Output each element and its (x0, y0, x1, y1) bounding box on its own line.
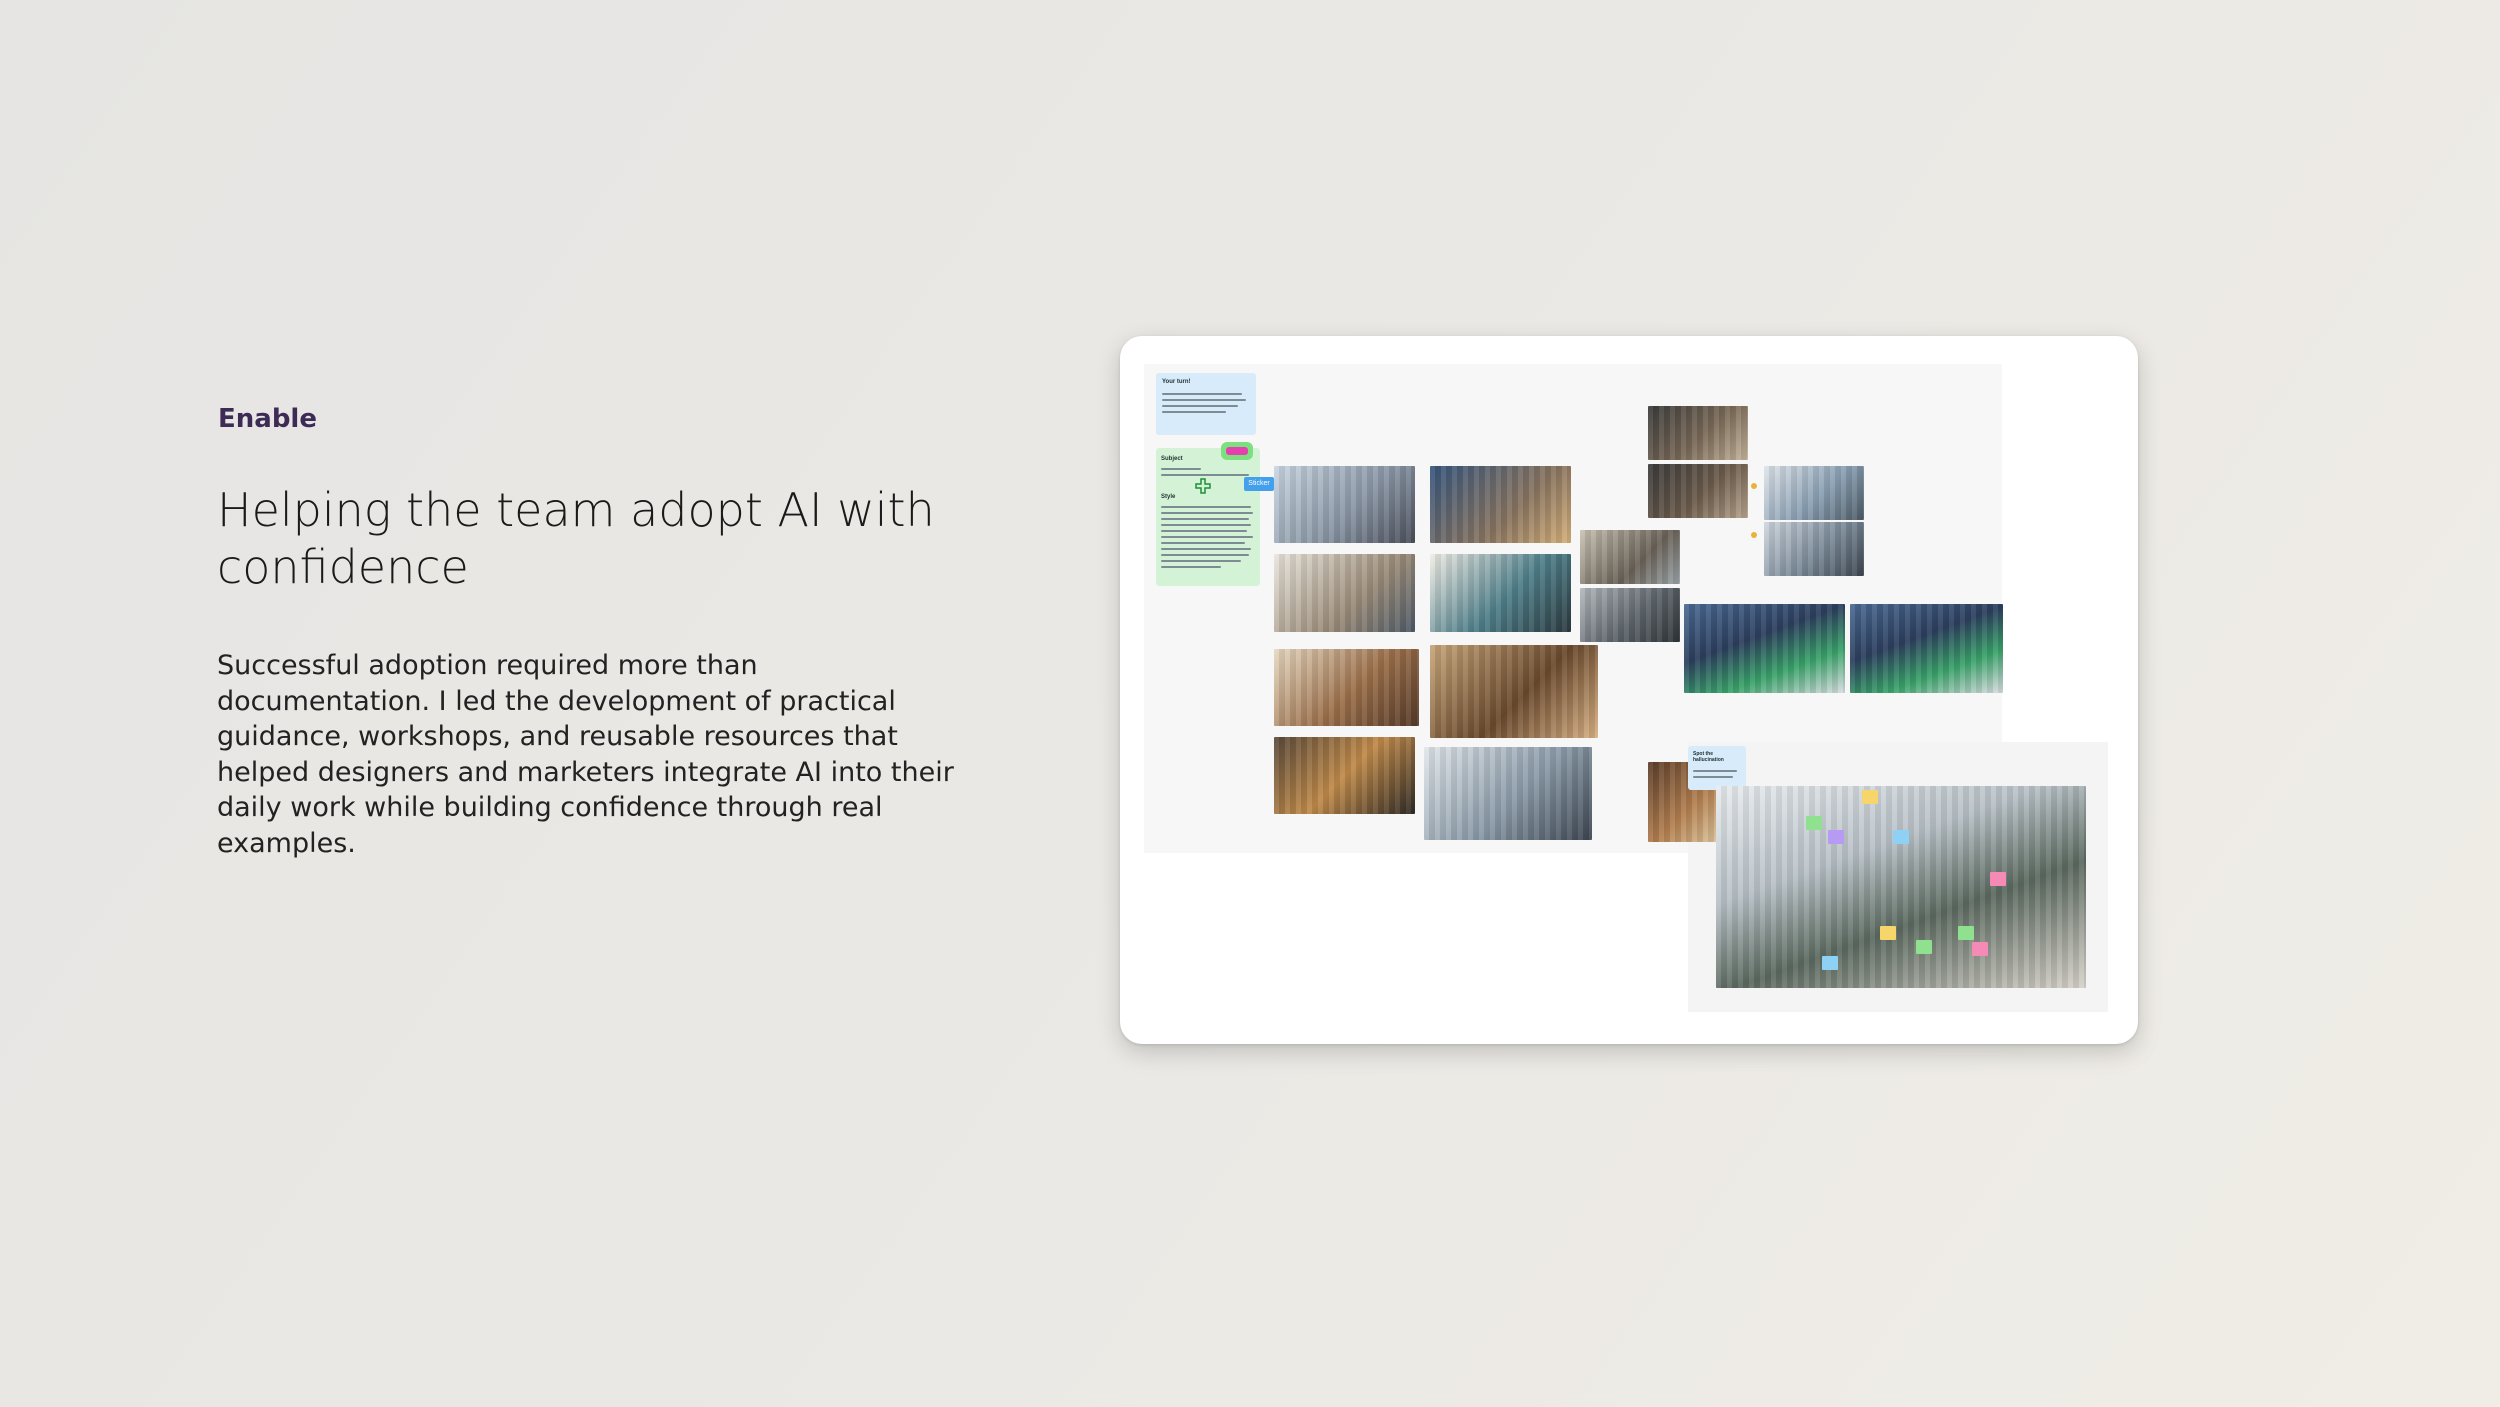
text-line (1161, 536, 1253, 538)
photo-thumbnail (1764, 522, 1864, 576)
text-line (1161, 542, 1245, 544)
text-line (1162, 393, 1242, 395)
text-line (1161, 566, 1221, 568)
photo-thumbnail (1430, 554, 1571, 632)
section-headline: Helping the team adopt AI with confidenc… (217, 483, 935, 594)
sticky-note (1916, 940, 1932, 954)
photo-thumbnail (1764, 466, 1864, 520)
sticker-chip: Sticker (1244, 477, 1274, 491)
sticky-note (1958, 926, 1974, 940)
section-body: Successful adoption required more than d… (217, 650, 954, 859)
cursor-dot (1751, 483, 1757, 489)
sticker-icon (1221, 442, 1253, 460)
text-line (1161, 554, 1249, 556)
sticky-note (1972, 942, 1988, 956)
sticky-note (1862, 790, 1878, 804)
text-line (1162, 405, 1238, 407)
photo-thumbnail (1274, 737, 1415, 814)
photo-thumbnail (1424, 747, 1592, 840)
photo-thumbnail (1648, 406, 1748, 460)
text-line (1161, 506, 1251, 508)
style-title: Style (1161, 494, 1176, 500)
photo-thumbnail (1648, 464, 1748, 518)
text-line (1161, 524, 1251, 526)
photo-thumbnail (1684, 604, 1845, 693)
hero-photo (1716, 786, 2086, 988)
cursor-dot (1751, 532, 1757, 538)
photo-thumbnail (1580, 588, 1680, 642)
text-line (1161, 548, 1251, 550)
sticky-note (1806, 816, 1822, 830)
section-eyebrow: Enable (218, 404, 317, 434)
text-line (1161, 518, 1249, 520)
spot-hallucination-card: Spot the hallucination (1688, 746, 1746, 790)
board-screenshot: Your turn! Subject Style Sticker Spot th… (1120, 336, 2138, 1044)
prompt-card: Subject Style (1156, 448, 1260, 586)
text-line (1693, 770, 1737, 772)
photo-thumbnail (1850, 604, 2003, 693)
sticky-note (1822, 956, 1838, 970)
text-line (1161, 530, 1247, 532)
sticky-note (1990, 872, 2006, 886)
photo-thumbnail (1274, 649, 1419, 726)
sticky-note (1893, 830, 1909, 844)
text-line (1161, 560, 1241, 562)
photo-thumbnail (1430, 645, 1598, 738)
plus-icon (1195, 478, 1211, 494)
photo-thumbnail (1430, 466, 1571, 543)
photo-thumbnail (1274, 554, 1415, 632)
your-turn-card: Your turn! (1156, 373, 1256, 435)
text-line (1693, 776, 1733, 778)
text-line (1161, 474, 1249, 476)
photo-thumbnail (1580, 530, 1680, 584)
sticky-note (1828, 830, 1844, 844)
text-line (1162, 399, 1246, 401)
text-line (1161, 512, 1253, 514)
text-line (1161, 468, 1201, 470)
spot-hallucination-title: Spot the hallucination (1693, 751, 1724, 763)
photo-thumbnail (1274, 466, 1415, 543)
your-turn-title: Your turn! (1162, 379, 1191, 385)
subject-title: Subject (1161, 456, 1183, 462)
text-line (1162, 411, 1226, 413)
sticky-note (1880, 926, 1896, 940)
